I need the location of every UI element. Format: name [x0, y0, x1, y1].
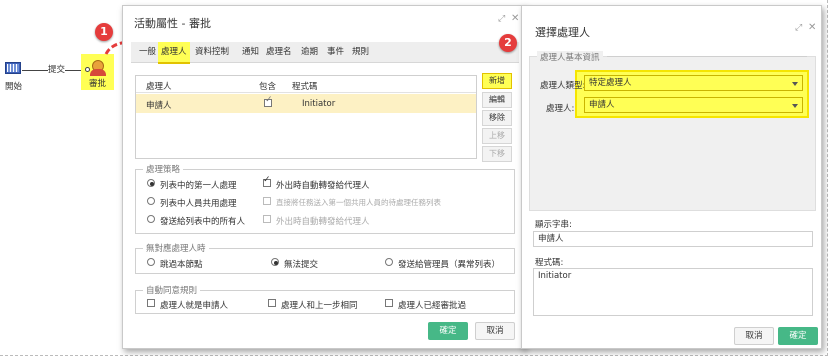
forward-agent-label: 外出時自動轉發給代理人	[276, 181, 370, 191]
strategy-radio-first[interactable]	[147, 179, 155, 187]
checkmark-icon: ✓	[263, 175, 271, 185]
skip-node-label: 跳過本節點	[160, 260, 203, 270]
code-field[interactable]: Initiator	[533, 268, 813, 316]
no-handler-legend: 無對應處理人時	[143, 242, 209, 254]
move-down-button[interactable]: 下移	[482, 146, 512, 162]
col-header-code: 程式碼	[292, 82, 318, 92]
table-header: 處理人 包含 程式碼	[136, 76, 476, 93]
direct-queue-label: 直接將任務送入第一個共用人員的待處理任務列表	[276, 198, 441, 207]
already-approved-label: 處理人已經審批過	[398, 301, 467, 311]
move-up-button[interactable]: 上移	[482, 128, 512, 144]
close-icon[interactable]: ✕	[511, 13, 519, 24]
handler-type-label: 處理人類型:	[540, 81, 586, 91]
ok-button[interactable]: 確定	[778, 327, 818, 345]
tab-general[interactable]: 一般	[136, 42, 159, 62]
section-legend: 處理人基本資訊	[537, 51, 603, 63]
tab-data-control[interactable]: 資料控制	[192, 42, 232, 62]
cannot-submit-radio[interactable]	[271, 258, 279, 266]
display-label: 顯示字串:	[535, 220, 572, 230]
chevron-down-icon	[792, 104, 798, 108]
strategy-label-first: 列表中的第一人處理	[160, 181, 237, 191]
send-admin-label: 發送給管理員（異常列表）	[398, 260, 501, 270]
activity-properties-dialog: 活動屬性 - 審批 ⤢ ✕ 一般 處理人 資料控制 通知 處理名 逾期 事件 規…	[122, 5, 525, 349]
tab-events[interactable]: 事件	[324, 42, 347, 62]
display-field[interactable]: 申請人	[533, 231, 813, 247]
same-as-previous-checkbox[interactable]	[268, 299, 276, 307]
strategy-label-shared: 列表中人員共用處理	[160, 199, 237, 209]
edit-button[interactable]: 編輯	[482, 92, 512, 108]
tab-bar: 一般 處理人 資料控制 通知 處理名 逾期 事件 規則	[131, 42, 519, 64]
tab-notification[interactable]: 通知	[239, 42, 262, 62]
handler-select[interactable]: 申請人	[584, 97, 803, 113]
strategy-radio-shared[interactable]	[147, 197, 155, 205]
strategy-label-all: 發送給列表中的所有人	[160, 217, 246, 227]
cancel-button[interactable]: 取消	[475, 322, 515, 340]
tab-rules[interactable]: 規則	[349, 42, 372, 62]
already-approved-checkbox[interactable]	[385, 299, 393, 307]
handler-value: 申請人	[589, 100, 615, 110]
cancel-button[interactable]: 取消	[734, 327, 774, 345]
tab-handler-name[interactable]: 處理名	[263, 42, 295, 62]
row-handler: 申請人	[146, 101, 172, 111]
ok-button[interactable]: 確定	[428, 322, 468, 340]
auto-approve-legend: 自動同意規則	[143, 284, 201, 296]
same-as-previous-label: 處理人和上一步相同	[281, 301, 358, 311]
handler-is-applicant-checkbox[interactable]	[147, 299, 155, 307]
tab-handler[interactable]: 處理人	[158, 42, 190, 64]
dialog-title: 活動屬性 - 審批	[134, 17, 211, 30]
cannot-submit-label: 無法提交	[284, 260, 319, 270]
expand-icon[interactable]: ⤢	[795, 23, 802, 33]
legend-rule	[607, 56, 807, 57]
forward-agent-all-label: 外出時自動轉發給代理人	[276, 217, 370, 227]
strategy-radio-all[interactable]	[147, 215, 155, 223]
handler-type-value: 特定處理人	[589, 78, 632, 88]
table-row[interactable]: 申請人 ✓ Initiator	[136, 94, 476, 113]
code-label: 程式碼:	[535, 258, 564, 268]
forward-agent-all-checkbox[interactable]	[263, 215, 271, 223]
checkmark-icon: ✓	[265, 95, 273, 105]
dialog-title: 選擇處理人	[535, 26, 590, 39]
expand-icon[interactable]: ⤢	[498, 14, 505, 24]
close-icon[interactable]: ✕	[808, 22, 816, 33]
skip-node-radio[interactable]	[147, 258, 155, 266]
strategy-legend: 處理策略	[143, 163, 184, 175]
col-header-include: 包含	[259, 82, 277, 92]
chevron-down-icon	[792, 82, 798, 86]
handler-is-applicant-label: 處理人就是申請人	[160, 301, 229, 311]
send-admin-radio[interactable]	[385, 258, 393, 266]
handler-table: 處理人 包含 程式碼 申請人 ✓ Initiator	[135, 75, 477, 159]
step-badge-2: 2	[499, 34, 517, 52]
row-code: Initiator	[302, 99, 336, 109]
direct-queue-checkbox[interactable]	[263, 197, 271, 205]
handler-label: 處理人:	[546, 104, 575, 114]
handler-type-select[interactable]: 特定處理人	[584, 75, 803, 91]
remove-button[interactable]: 移除	[482, 110, 512, 126]
col-header-handler: 處理人	[146, 82, 172, 92]
add-button[interactable]: 新增	[482, 73, 512, 89]
tab-overdue[interactable]: 逾期	[298, 42, 321, 62]
select-handler-dialog: 選擇處理人 ⤢ ✕ 處理人基本資訊 處理人類型: 特定處理人 處理人: 申請人 …	[521, 5, 822, 349]
